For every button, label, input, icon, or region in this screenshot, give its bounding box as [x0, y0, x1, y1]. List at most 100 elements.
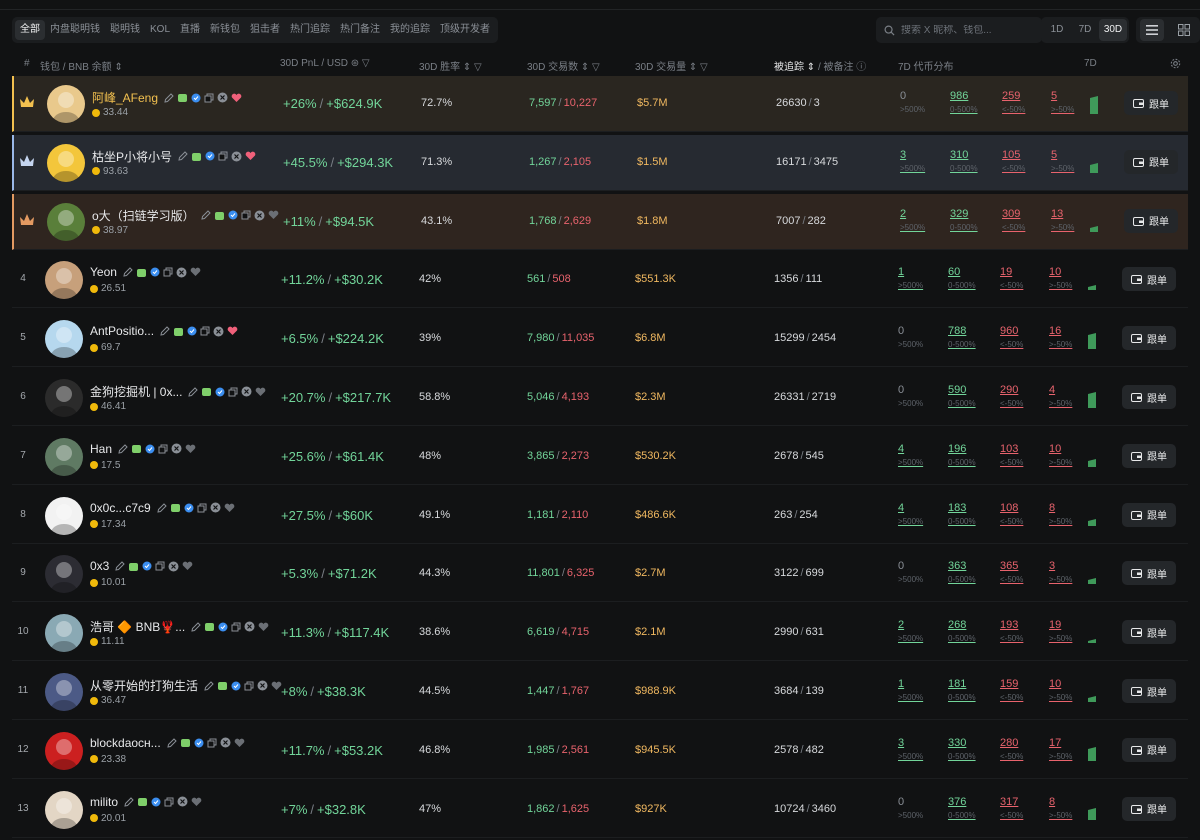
avatar[interactable]	[45, 437, 83, 476]
table-row[interactable]: 13 milito 20.01 +7% / +$32.8K 47% 1,862/1,…	[12, 782, 1188, 838]
edit-icon[interactable]	[178, 151, 188, 161]
heart-icon[interactable]	[185, 444, 196, 454]
period-1d[interactable]: 1D	[1043, 19, 1071, 41]
follow-button[interactable]: 跟单	[1122, 385, 1176, 409]
filter-tab[interactable]: 内盘聪明钱	[45, 20, 105, 40]
dist-under-minus-50[interactable]: 317 <-50%	[1000, 796, 1023, 820]
copy-icon[interactable]	[228, 387, 238, 397]
avatar[interactable]	[45, 261, 83, 300]
wallet-name[interactable]: 金狗挖掘机 | 0x...	[90, 383, 182, 400]
dist-0-500[interactable]: 363 0-500%	[948, 560, 976, 584]
heart-icon[interactable]	[258, 622, 269, 632]
x-twitter-icon[interactable]	[171, 443, 182, 454]
filter-tab[interactable]: 聪明钱	[105, 20, 145, 40]
edit-icon[interactable]	[201, 210, 211, 220]
wallet-name[interactable]: 浩哥 🔶 BNB🦞...	[90, 618, 185, 635]
dist-0-500[interactable]: 196 0-500%	[948, 443, 976, 467]
dist-under-minus-50[interactable]: 105 <-50%	[1002, 149, 1025, 173]
dist-0-500[interactable]: 183 0-500%	[948, 502, 976, 526]
header-wallet[interactable]: 钱包 / BNB 余额 ⇕	[40, 58, 123, 73]
grid-view-button[interactable]	[1172, 19, 1196, 41]
dist-under-minus-50[interactable]: 365 <-50%	[1000, 560, 1023, 584]
x-twitter-icon[interactable]	[220, 737, 231, 748]
dist-over-500[interactable]: 2 >500%	[900, 208, 925, 232]
heart-icon[interactable]	[191, 797, 202, 807]
avatar[interactable]	[45, 379, 83, 417]
filter-tab[interactable]: 热门追踪	[285, 20, 335, 40]
dist-under-minus-50[interactable]: 259 <-50%	[1002, 90, 1025, 114]
filter-tab[interactable]: 新钱包	[205, 20, 245, 40]
x-twitter-icon[interactable]	[210, 502, 221, 513]
wallet-name[interactable]: 枯坐P小将小号	[92, 148, 172, 165]
dist-under-minus-50[interactable]: 309 <-50%	[1002, 208, 1025, 232]
follow-button[interactable]: 跟单	[1122, 796, 1176, 821]
wallet-name[interactable]: o大（扫链学习版）	[92, 207, 195, 224]
dist-over-500[interactable]: 3 >500%	[898, 737, 923, 761]
dist-0-500[interactable]: 330 0-500%	[948, 737, 976, 761]
x-twitter-icon[interactable]	[217, 92, 228, 103]
copy-icon[interactable]	[163, 267, 173, 277]
dist-0-500[interactable]: 376 0-500%	[948, 796, 976, 820]
avatar[interactable]	[45, 614, 83, 653]
heart-icon[interactable]	[231, 93, 242, 103]
edit-icon[interactable]	[118, 444, 128, 454]
edit-icon[interactable]	[167, 738, 177, 748]
dist-under-minus-50[interactable]: 280 <-50%	[1000, 737, 1023, 761]
edit-icon[interactable]	[191, 621, 201, 632]
filter-tab[interactable]: KOL	[145, 20, 175, 40]
copy-icon[interactable]	[158, 444, 168, 454]
wallet-name[interactable]: blockdaocʜ...	[90, 736, 161, 750]
header-pnl[interactable]: 30D PnL / USD ⊛ ▽	[280, 58, 370, 69]
copy-icon[interactable]	[207, 738, 217, 748]
avatar[interactable]	[47, 85, 85, 123]
list-view-button[interactable]	[1140, 19, 1164, 41]
wallet-name[interactable]: AntPositio...	[90, 324, 154, 338]
heart-icon[interactable]	[224, 503, 235, 513]
follow-button[interactable]: 跟单	[1124, 91, 1178, 115]
heart-icon[interactable]	[227, 326, 238, 336]
search-box[interactable]	[876, 17, 1042, 43]
copy-icon[interactable]	[241, 210, 251, 220]
dist-over-minus-50[interactable]: 19 >-50%	[1049, 619, 1072, 643]
edit-icon[interactable]	[204, 680, 214, 691]
wallet-name[interactable]: 0x0c...c7c9	[90, 501, 151, 515]
x-twitter-icon[interactable]	[168, 561, 179, 572]
wallet-name[interactable]: 阿峰_AFeng	[92, 89, 158, 106]
table-row[interactable]: o大（扫链学习版） 38.97 +11% / +$94.5K 43.1% 1,768…	[12, 193, 1188, 250]
edit-icon[interactable]	[157, 502, 167, 513]
settings-icon[interactable]	[1170, 58, 1181, 72]
follow-button[interactable]: 跟单	[1122, 620, 1176, 645]
avatar[interactable]	[47, 202, 85, 241]
header-followers[interactable]: 被追踪 ⇕ / 被备注 ⓘ	[774, 58, 866, 73]
follow-button[interactable]: 跟单	[1122, 502, 1176, 527]
dist-over-500[interactable]: 1 >500%	[898, 678, 923, 702]
copy-icon[interactable]	[244, 681, 254, 691]
follow-button[interactable]: 跟单	[1122, 561, 1176, 586]
filter-tab[interactable]: 热门备注	[335, 20, 385, 40]
dist-over-minus-50[interactable]: 10 >-50%	[1049, 678, 1072, 702]
dist-over-500[interactable]: 0 >500%	[898, 325, 923, 349]
dist-over-minus-50[interactable]: 3 >-50%	[1049, 560, 1072, 584]
avatar[interactable]	[45, 496, 83, 535]
table-row[interactable]: 10 浩哥 🔶 BNB🦞... 11.11 +11.3% / +$117.4K 38…	[12, 605, 1188, 662]
table-row[interactable]: 11 从零开始的打狗生活 36.47 +8% / +$38.3K 44.5% 1,4…	[12, 664, 1188, 720]
heart-icon[interactable]	[182, 561, 193, 571]
edit-icon[interactable]	[160, 326, 170, 336]
dist-0-500[interactable]: 788 0-500%	[948, 325, 976, 349]
wallet-name[interactable]: 0x3	[90, 559, 109, 573]
avatar[interactable]	[45, 731, 83, 770]
dist-over-500[interactable]: 0 >500%	[898, 384, 923, 408]
dist-over-minus-50[interactable]: 5 >-50%	[1051, 90, 1074, 114]
dist-0-500[interactable]: 329 0-500%	[950, 208, 978, 232]
wallet-name[interactable]: Yeon	[90, 265, 117, 279]
edit-icon[interactable]	[124, 796, 134, 807]
avatar[interactable]	[45, 555, 83, 594]
dist-under-minus-50[interactable]: 193 <-50%	[1000, 619, 1023, 643]
dist-over-500[interactable]: 3 >500%	[900, 149, 925, 173]
dist-over-500[interactable]: 2 >500%	[898, 619, 923, 643]
dist-over-minus-50[interactable]: 5 >-50%	[1051, 149, 1074, 173]
period-30d[interactable]: 30D	[1099, 19, 1127, 41]
dist-under-minus-50[interactable]: 103 <-50%	[1000, 443, 1023, 467]
avatar[interactable]	[45, 320, 83, 359]
dist-over-minus-50[interactable]: 17 >-50%	[1049, 737, 1072, 761]
